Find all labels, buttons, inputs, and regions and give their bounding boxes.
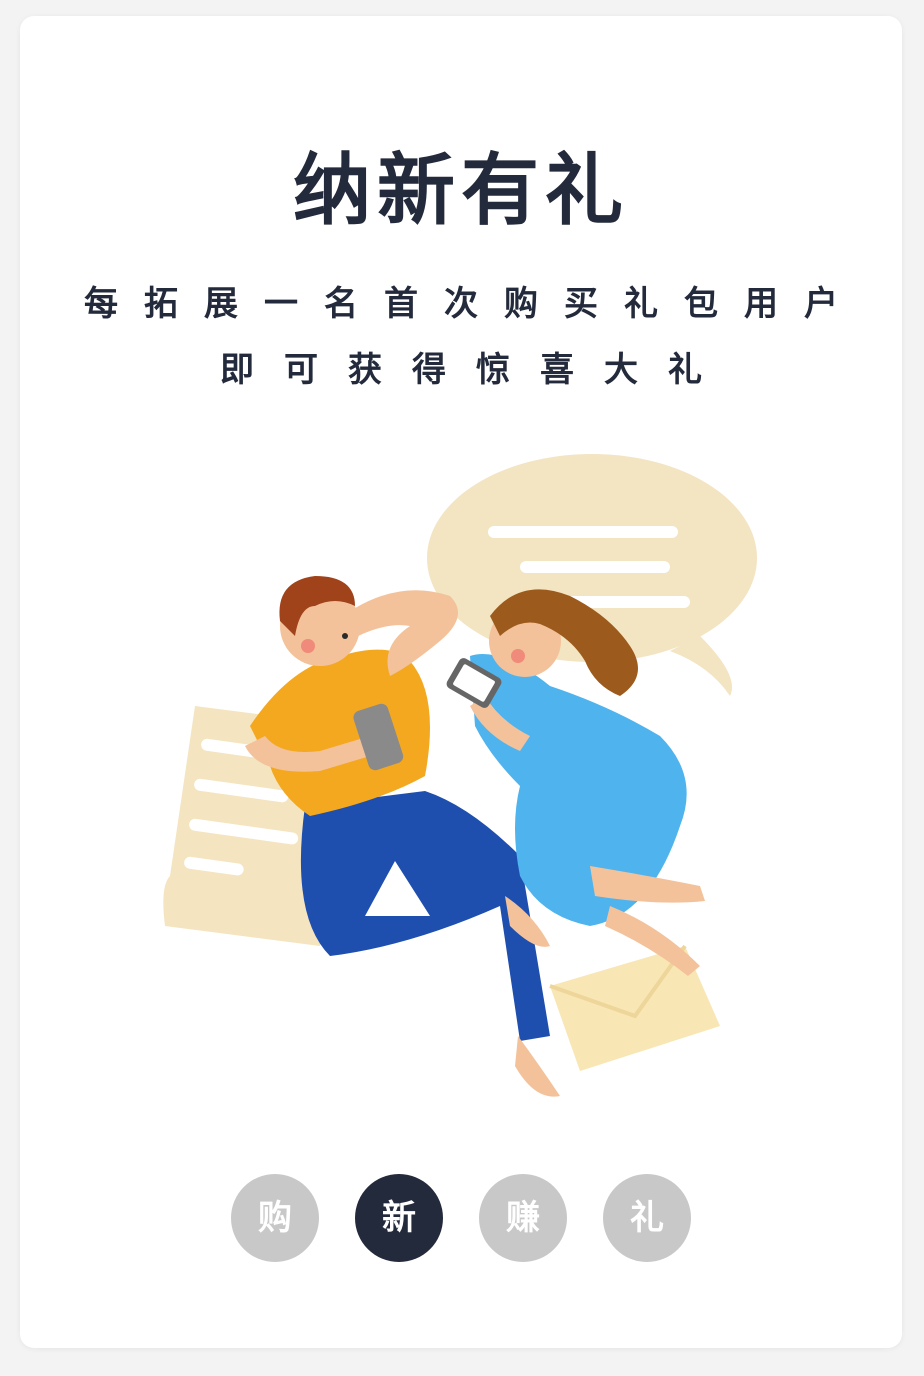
- feature-pager: 购 新 赚 礼: [20, 1174, 902, 1264]
- feature-card: 纳新有礼 每拓展一名首次购买礼包用户 即可获得惊喜大礼 购 新 赚 礼: [20, 16, 902, 1348]
- illustration-couple-with-phones: [163, 454, 757, 1097]
- pager-dot-earn[interactable]: 赚: [479, 1174, 567, 1262]
- pager-dot-gift[interactable]: 礼: [603, 1174, 691, 1262]
- pager-dot-new[interactable]: 新: [355, 1174, 443, 1262]
- pager-dot-buy[interactable]: 购: [231, 1174, 319, 1262]
- subtitle-line-1: 每拓展一名首次购买礼包用户: [84, 284, 864, 324]
- page-title: 纳新有礼: [292, 145, 629, 236]
- subtitle-line-2: 即可获得惊喜大礼: [220, 350, 732, 390]
